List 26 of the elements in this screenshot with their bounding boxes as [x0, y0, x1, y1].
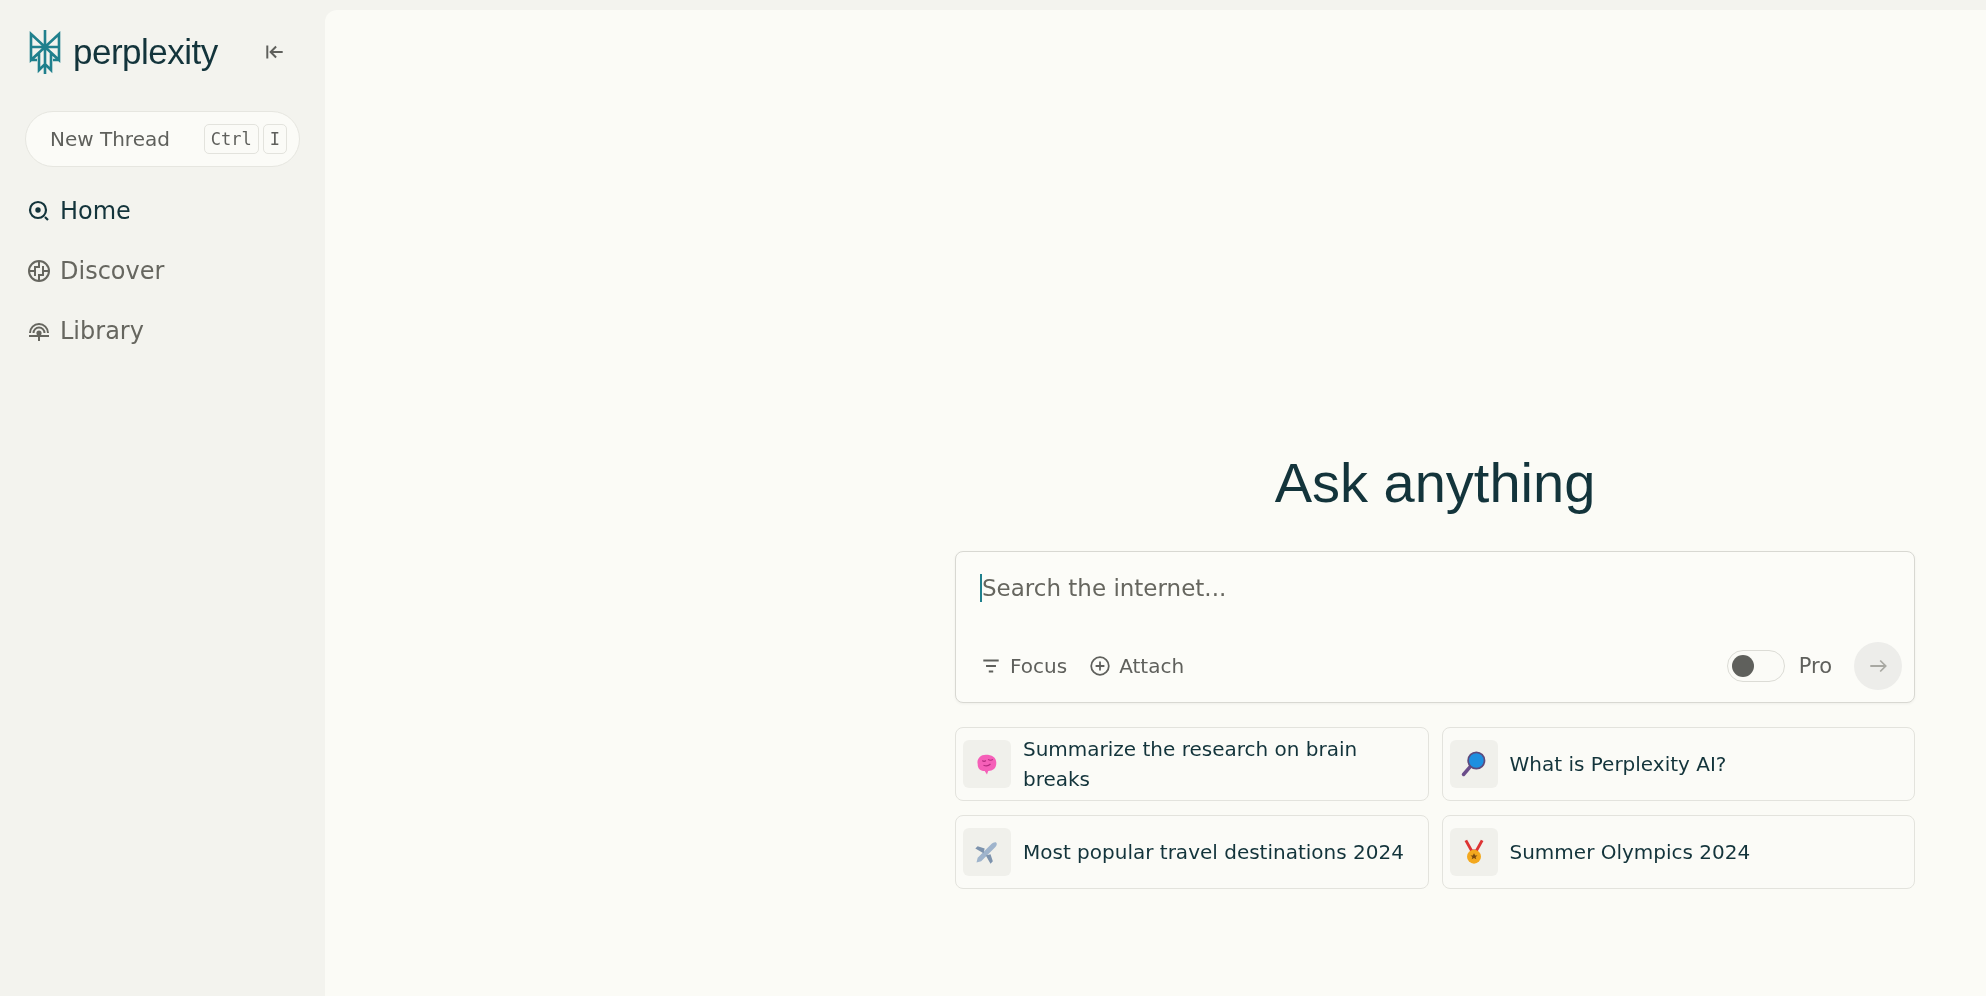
- nav-item[interactable]: Home: [25, 197, 300, 225]
- suggestion-card[interactable]: Most popular travel destinations 2024: [955, 815, 1429, 889]
- tool-button[interactable]: Attach: [1089, 654, 1185, 678]
- new-thread-button[interactable]: New Thread Ctrl I: [25, 111, 300, 167]
- page-title: Ask anything: [1273, 450, 1597, 515]
- tool-button[interactable]: Focus: [980, 654, 1068, 678]
- suggestion-text: What is Perplexity AI?: [1509, 751, 1727, 778]
- keyboard-key: Ctrl: [203, 124, 259, 154]
- search-field[interactable]: Search the internet...: [980, 574, 1902, 602]
- suggestion-card[interactable]: What is Perplexity AI?: [1441, 727, 1915, 801]
- pro-label: Pro: [1798, 654, 1832, 678]
- suggestion-text: Summer Olympics 2024: [1509, 839, 1751, 866]
- nav-item[interactable]: Discover: [25, 257, 300, 285]
- globe-icon: [27, 259, 51, 283]
- search-icon: [27, 199, 51, 223]
- magnifier-icon: [1459, 750, 1488, 778]
- keyboard-key: I: [262, 124, 287, 154]
- suggestion-text: Most popular travel destinations 2024: [1023, 839, 1404, 866]
- suggestion-card[interactable]: Summer Olympics 2024: [1441, 815, 1915, 889]
- suggestion-card[interactable]: Summarize the research on brain breaks: [955, 727, 1429, 801]
- nav-item[interactable]: Library: [25, 317, 300, 345]
- new-thread-label: New Thread: [50, 127, 170, 151]
- plus-circle-icon: [1089, 655, 1112, 677]
- pro-toggle[interactable]: [1726, 650, 1785, 682]
- brand-name: perplexity: [73, 32, 218, 72]
- suggestion-text: Summarize the research on brain breaks: [1023, 736, 1359, 793]
